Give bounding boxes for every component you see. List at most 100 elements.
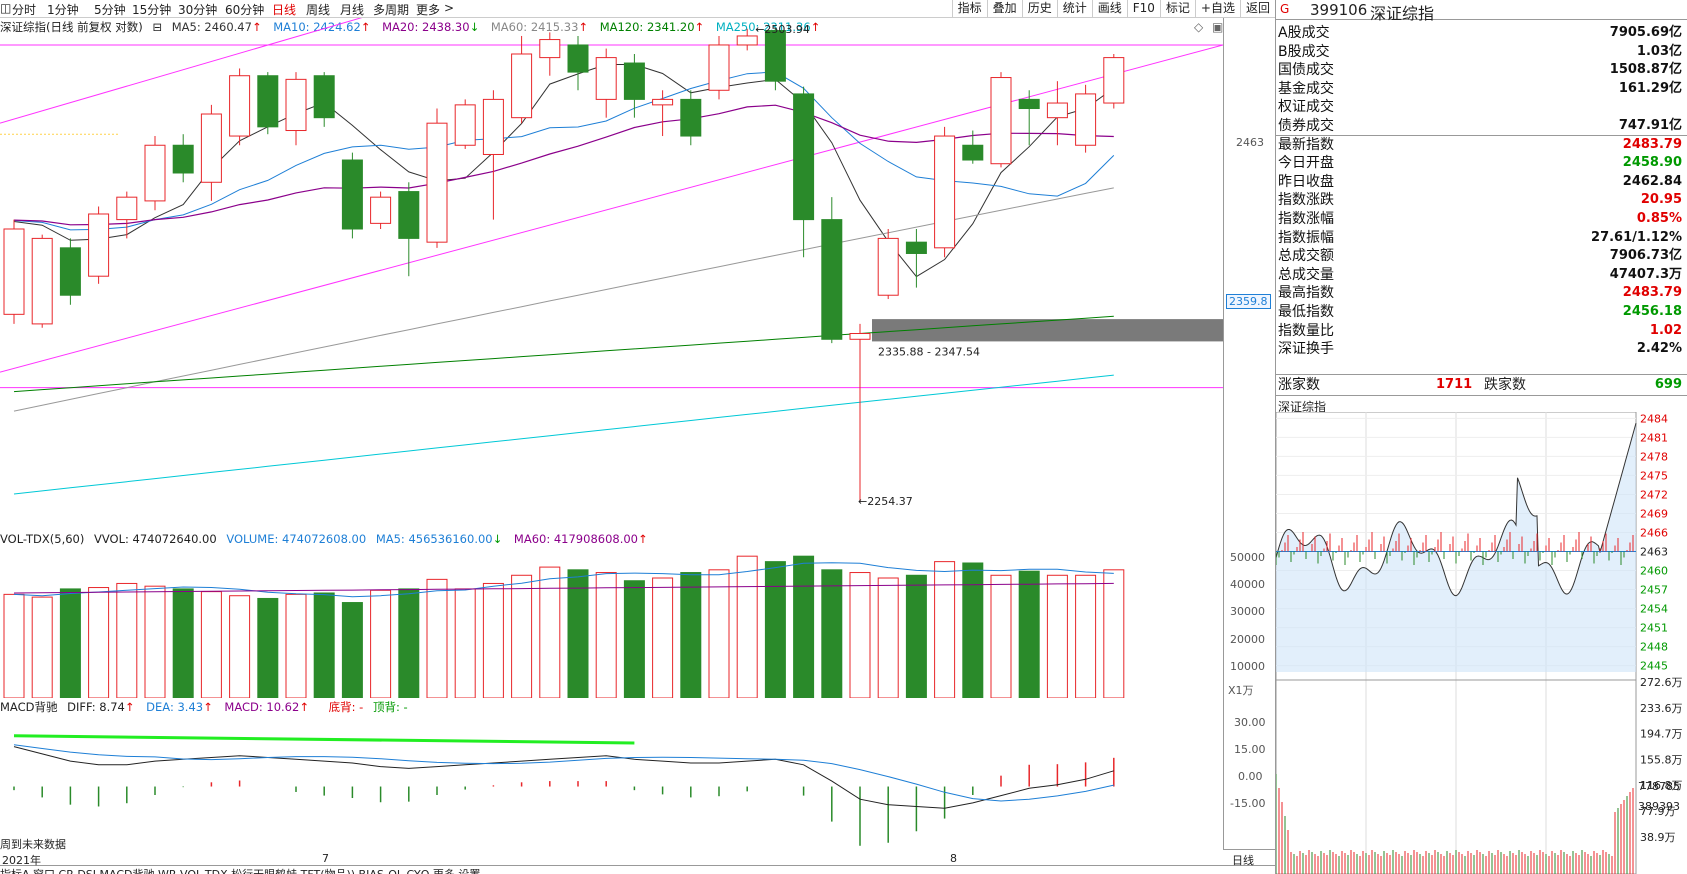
tool-tab-stats[interactable]: 统计 bbox=[1056, 0, 1092, 17]
indicator-tabs[interactable]: 指标A 窗口 CR DSI MACD背驰 WR VOL-TDX 松行天眼鹤蛙 T… bbox=[0, 866, 480, 874]
candle-body bbox=[454, 104, 476, 146]
tool-tab-back[interactable]: 返回 bbox=[1239, 0, 1275, 17]
period-tab-daily[interactable]: 日线 bbox=[272, 1, 296, 18]
rise-value: 1711 bbox=[1436, 377, 1473, 392]
period-tab-multi[interactable]: 多周期 bbox=[373, 1, 409, 18]
volume-axis: 50000 40000 30000 20000 10000 X1万 bbox=[1223, 530, 1275, 698]
volume-bar bbox=[285, 593, 307, 698]
kline-price-axis: 2463 2359.8 ◇ ▣ bbox=[1194, 18, 1275, 530]
period-tab-60min[interactable]: 60分钟 bbox=[225, 1, 264, 18]
period-tab-more[interactable]: 更多 bbox=[416, 1, 440, 18]
vol-tick: 233.6万 bbox=[1640, 702, 1683, 715]
quote-row: 总成交额 7906.73亿 bbox=[1276, 247, 1687, 266]
volume-bar bbox=[88, 587, 110, 698]
tool-tab-mark[interactable]: 标记 bbox=[1159, 0, 1195, 17]
price-tick: 2478 bbox=[1640, 450, 1668, 463]
candle-body bbox=[285, 78, 307, 132]
macd-tick: 0.00 bbox=[1238, 770, 1263, 783]
tool-tab-indicator[interactable]: 指标 bbox=[951, 0, 987, 17]
high-annotation: ←2503.94 bbox=[755, 23, 810, 36]
volume-bar bbox=[736, 555, 758, 698]
candle-body bbox=[905, 241, 927, 254]
price-tick: 2454 bbox=[1640, 603, 1668, 616]
tool-tab-history[interactable]: 历史 bbox=[1021, 0, 1057, 17]
volume-bar bbox=[849, 572, 871, 698]
vol-ma60-label: MA60: 417908608.00 bbox=[513, 532, 638, 546]
quote-row: 指数量比 1.02 bbox=[1276, 322, 1687, 341]
tool-tabs: 指标 叠加 历史 统计 画线 F10 标记 +自选 返回 bbox=[951, 0, 1275, 17]
quote-value: 7905.69亿 bbox=[1609, 25, 1682, 40]
intraday-chart[interactable]: 2484 2481 2478 2475 2472 2469 2466 2463 2460 2457… bbox=[1276, 412, 1687, 874]
candle-body bbox=[708, 44, 730, 91]
tool-tab-watchlist[interactable]: +自选 bbox=[1194, 0, 1240, 17]
period-indicator[interactable]: 日线 bbox=[1232, 852, 1254, 868]
volume-bar bbox=[652, 577, 674, 698]
tool-tab-overlay[interactable]: 叠加 bbox=[986, 0, 1022, 17]
quote-label: 基金成交 bbox=[1278, 80, 1334, 97]
diff-label: DIFF: 8.74 bbox=[67, 700, 125, 714]
quote-row: 今日开盘 2458.90 bbox=[1276, 154, 1687, 173]
candle-body bbox=[877, 237, 899, 296]
month-label: 7 bbox=[322, 852, 329, 865]
gap-annotation: 2335.88 - 2347.54 bbox=[878, 345, 980, 358]
candle-body bbox=[482, 98, 504, 155]
month-label: 8 bbox=[950, 852, 957, 865]
candle-body bbox=[1046, 102, 1068, 119]
candle-body bbox=[1103, 57, 1125, 104]
macd-chart[interactable] bbox=[0, 714, 1223, 850]
quote-label: A股成交 bbox=[1278, 25, 1330, 41]
price-tick: 2463 bbox=[1640, 546, 1668, 559]
macd-tick: 15.00 bbox=[1234, 743, 1266, 756]
quote-label: 最高指数 bbox=[1278, 285, 1334, 302]
arrow-up-icon: ↑ bbox=[203, 700, 213, 714]
period-tab-weekly[interactable]: 周线 bbox=[306, 1, 330, 18]
candle-body bbox=[680, 98, 702, 137]
candle-body bbox=[88, 213, 110, 277]
quote-label: 昨日收盘 bbox=[1278, 173, 1334, 190]
volume-bar bbox=[511, 574, 533, 698]
candle-body bbox=[962, 144, 984, 161]
index-code: 399106 bbox=[1310, 1, 1368, 19]
candle-body bbox=[793, 93, 815, 221]
candle-body bbox=[313, 75, 335, 119]
period-tab-15min[interactable]: 15分钟 bbox=[132, 1, 171, 18]
period-tab-timeshare[interactable]: 分时 bbox=[12, 1, 36, 18]
kline-chart[interactable]: ←2503.94 ←2254.37 2335.88 - 2347.54 bbox=[0, 18, 1223, 530]
volume-bar bbox=[1046, 574, 1068, 698]
chevron-right-icon[interactable]: > bbox=[444, 1, 454, 15]
candle-body bbox=[990, 77, 1012, 165]
future-data-label: 周到未来数据 bbox=[0, 838, 66, 851]
period-tab-30min[interactable]: 30分钟 bbox=[178, 1, 217, 18]
volume-bar bbox=[567, 569, 589, 698]
quote-row: 最高指数 2483.79 bbox=[1276, 284, 1687, 303]
bottom-divergence: 底背: - bbox=[328, 700, 364, 714]
quote-value: 27.61/1.12% bbox=[1591, 229, 1682, 245]
candle-body bbox=[595, 57, 617, 100]
volume-bar bbox=[341, 602, 363, 698]
quote-label: 指数振幅 bbox=[1278, 229, 1334, 246]
axis-tick-current: 2463 bbox=[1236, 136, 1264, 149]
diamond-icon[interactable]: ◇ bbox=[1194, 20, 1203, 34]
period-tab-1min[interactable]: 1分钟 bbox=[47, 1, 79, 18]
volume-chart[interactable] bbox=[0, 548, 1223, 698]
price-tick: 2445 bbox=[1640, 660, 1668, 673]
volume-bar bbox=[708, 569, 730, 698]
arrow-up-icon: ↑ bbox=[638, 532, 648, 546]
toolbar-icon[interactable]: ◫ bbox=[0, 1, 11, 15]
period-tab-monthly[interactable]: 月线 bbox=[340, 1, 364, 18]
panel-toggle-icon[interactable]: ▣ bbox=[1212, 20, 1223, 34]
tool-tab-draw[interactable]: 画线 bbox=[1091, 0, 1127, 17]
rise-label: 涨家数 bbox=[1278, 377, 1320, 393]
candle-body bbox=[172, 144, 194, 174]
macd-tick: 30.00 bbox=[1234, 716, 1266, 729]
vol-unit: X1万 bbox=[1228, 684, 1254, 697]
candle-body bbox=[821, 219, 843, 340]
volume-bar bbox=[454, 588, 476, 698]
candle-body bbox=[567, 44, 589, 73]
quote-label: 指数量比 bbox=[1278, 322, 1334, 339]
vol-tick: 194.7万 bbox=[1640, 728, 1683, 741]
vol-legend: VOL-TDX(5,60) VVOL: 474072640.00 VOLUME:… bbox=[0, 532, 654, 546]
tool-tab-f10[interactable]: F10 bbox=[1126, 0, 1160, 17]
vol-tick: 50000 bbox=[1230, 551, 1265, 564]
period-tab-5min[interactable]: 5分钟 bbox=[94, 1, 126, 18]
